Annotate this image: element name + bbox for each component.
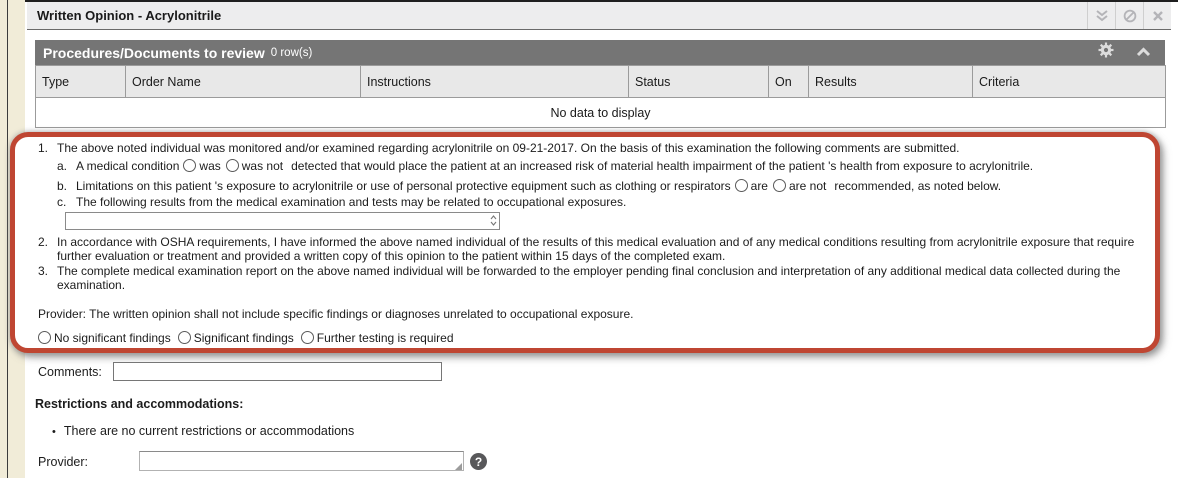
- item-1b-prefix: Limitations on this patient 's exposure …: [76, 179, 731, 193]
- spinner-down-icon: [490, 221, 497, 226]
- written-opinion-highlight-box: 1. The above noted individual was monito…: [10, 132, 1160, 353]
- procedures-panel-header: Procedures/Documents to review 0 row(s): [35, 40, 1165, 65]
- radio-no-significant-findings[interactable]: [38, 331, 51, 344]
- radio-further-testing-label[interactable]: Further testing is required: [317, 331, 454, 346]
- opinion-item-2: 2. In accordance with OSHA requirements,…: [38, 235, 1143, 264]
- radio-are-label[interactable]: are: [751, 179, 768, 193]
- radio-further-testing[interactable]: [301, 331, 314, 344]
- restriction-text: There are no current restrictions or acc…: [64, 424, 354, 438]
- spinner-control[interactable]: [490, 214, 497, 228]
- table-header-row: Type Order Name Instructions Status On R…: [36, 66, 1166, 98]
- item-letter: b.: [57, 179, 76, 194]
- opinion-item-1: 1. The above noted individual was monito…: [38, 141, 1143, 156]
- chevron-up-icon: [1136, 47, 1151, 57]
- bullet-icon: •: [52, 426, 56, 438]
- restrictions-heading: Restrictions and accommodations:: [35, 397, 243, 411]
- panel-icon-group: [1098, 42, 1165, 63]
- radio-significant-findings-label[interactable]: Significant findings: [194, 331, 294, 346]
- table-empty-row: No data to display: [36, 98, 1166, 128]
- item-number: 1.: [38, 141, 57, 156]
- radio-was[interactable]: [183, 159, 196, 172]
- opinion-item-1c: c. The following results from the medica…: [38, 195, 1143, 210]
- col-criteria[interactable]: Criteria: [973, 66, 1166, 98]
- provider-label: Provider:: [38, 455, 88, 469]
- page-title: Written Opinion - Acrylonitrile: [27, 8, 221, 23]
- written-opinion-page: Written Opinion - Acrylonitrile: [0, 0, 1178, 478]
- radio-no-significant-findings-label[interactable]: No significant findings: [54, 331, 171, 346]
- item-letter: c.: [57, 195, 76, 210]
- item-1a-suffix: detected that would place the patient at…: [291, 159, 1033, 173]
- opinion-item-1a: a. A medical condition was was not detected…: [38, 159, 1143, 174]
- circle-slash-icon: [1123, 9, 1137, 23]
- resize-handle[interactable]: [455, 463, 462, 470]
- col-status[interactable]: Status: [629, 66, 769, 98]
- titlebar-icon-group: [1087, 2, 1171, 29]
- provider-row: Provider: ?: [38, 455, 487, 474]
- item-letter: a.: [57, 159, 76, 174]
- col-order-name[interactable]: Order Name: [126, 66, 361, 98]
- item-1a-content: A medical condition was was not detected th…: [76, 159, 1033, 174]
- radio-are-not-label[interactable]: are not: [789, 179, 826, 193]
- col-instructions[interactable]: Instructions: [361, 66, 629, 98]
- comments-input[interactable]: [113, 362, 442, 381]
- provider-note-text: Provider: The written opinion shall not …: [38, 307, 633, 322]
- close-icon: [1152, 10, 1164, 22]
- collapse-section-button[interactable]: [1087, 2, 1115, 29]
- radio-was-label[interactable]: was: [199, 159, 220, 173]
- radio-significant-findings[interactable]: [178, 331, 191, 344]
- panel-title: Procedures/Documents to review: [35, 45, 265, 61]
- provider-note: Provider: The written opinion shall not …: [38, 307, 1143, 322]
- item-number: 2.: [38, 235, 57, 264]
- item-1b-content: Limitations on this patient 's exposure …: [76, 179, 1001, 194]
- item-2-text: In accordance with OSHA requirements, I …: [57, 235, 1143, 264]
- col-results[interactable]: Results: [809, 66, 973, 98]
- findings-radio-group: No significant findings Significant find…: [38, 331, 1143, 346]
- provider-textarea-wrap: [139, 451, 464, 474]
- occupational-results-input[interactable]: [65, 212, 500, 230]
- gear-icon: [1098, 42, 1114, 58]
- panel-settings-button[interactable]: [1098, 42, 1114, 63]
- radio-was-not[interactable]: [226, 159, 239, 172]
- item-1c-text: The following results from the medical e…: [76, 195, 626, 210]
- panel-row-count: 0 row(s): [271, 47, 313, 59]
- procedures-table: Type Order Name Instructions Status On R…: [35, 65, 1166, 128]
- provider-input[interactable]: [139, 451, 464, 471]
- close-section-button[interactable]: [1143, 2, 1171, 29]
- item-3-text: The complete medical examination report …: [57, 264, 1143, 293]
- opinion-item-3: 3. The complete medical examination repo…: [38, 264, 1143, 293]
- section-titlebar: Written Opinion - Acrylonitrile: [27, 2, 1171, 30]
- item-1b-suffix: recommended, as noted below.: [834, 179, 1001, 193]
- double-chevron-down-icon: [1095, 9, 1109, 22]
- radio-was-not-label[interactable]: was not: [242, 159, 283, 173]
- item-1-text: The above noted individual was monitored…: [57, 141, 960, 156]
- restriction-list-item: • There are no current restrictions or ac…: [52, 424, 354, 438]
- col-on[interactable]: On: [769, 66, 809, 98]
- comments-label: Comments:: [38, 365, 102, 379]
- col-type[interactable]: Type: [36, 66, 126, 98]
- opinion-item-1b: b. Limitations on this patient 's exposu…: [38, 179, 1143, 194]
- comments-row: Comments:: [38, 362, 442, 381]
- disable-section-button[interactable]: [1115, 2, 1143, 29]
- radio-are-not[interactable]: [773, 179, 786, 192]
- help-icon[interactable]: ?: [470, 453, 487, 470]
- panel-collapse-button[interactable]: [1136, 44, 1151, 62]
- spinner-up-icon: [490, 215, 497, 220]
- empty-message: No data to display: [36, 98, 1166, 128]
- left-margin-divider: [7, 0, 8, 478]
- item-number: 3.: [38, 264, 57, 293]
- radio-are[interactable]: [735, 179, 748, 192]
- item-1a-prefix: A medical condition: [76, 159, 179, 173]
